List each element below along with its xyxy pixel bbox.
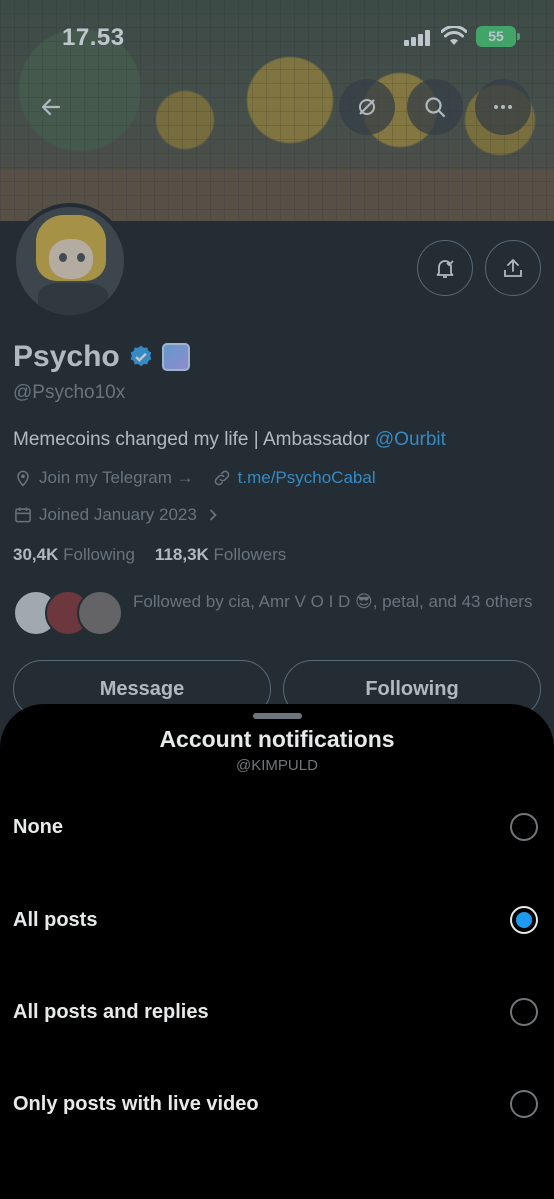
option-label: All posts and replies [13, 1000, 209, 1023]
option-radio[interactable] [510, 1090, 538, 1118]
sheet-grabber-handle[interactable] [253, 713, 302, 719]
sheet-subtitle: @KIMPULD [236, 757, 318, 774]
option-label: All posts [13, 908, 98, 931]
option-label: Only posts with live video [13, 1092, 259, 1115]
notification-option-none[interactable]: None [0, 787, 554, 867]
option-radio[interactable] [510, 998, 538, 1026]
option-label: None [13, 815, 63, 838]
sheet-title: Account notifications [159, 726, 395, 752]
notification-option-all-posts[interactable]: All posts [0, 880, 554, 960]
option-radio[interactable] [510, 813, 538, 841]
notification-option-live-video[interactable]: Only posts with live video [0, 1064, 554, 1144]
notification-option-posts-and-replies[interactable]: All posts and replies [0, 972, 554, 1052]
account-notifications-sheet: Account notifications @KIMPULD None All … [0, 704, 554, 1199]
option-radio-selected[interactable] [510, 906, 538, 934]
